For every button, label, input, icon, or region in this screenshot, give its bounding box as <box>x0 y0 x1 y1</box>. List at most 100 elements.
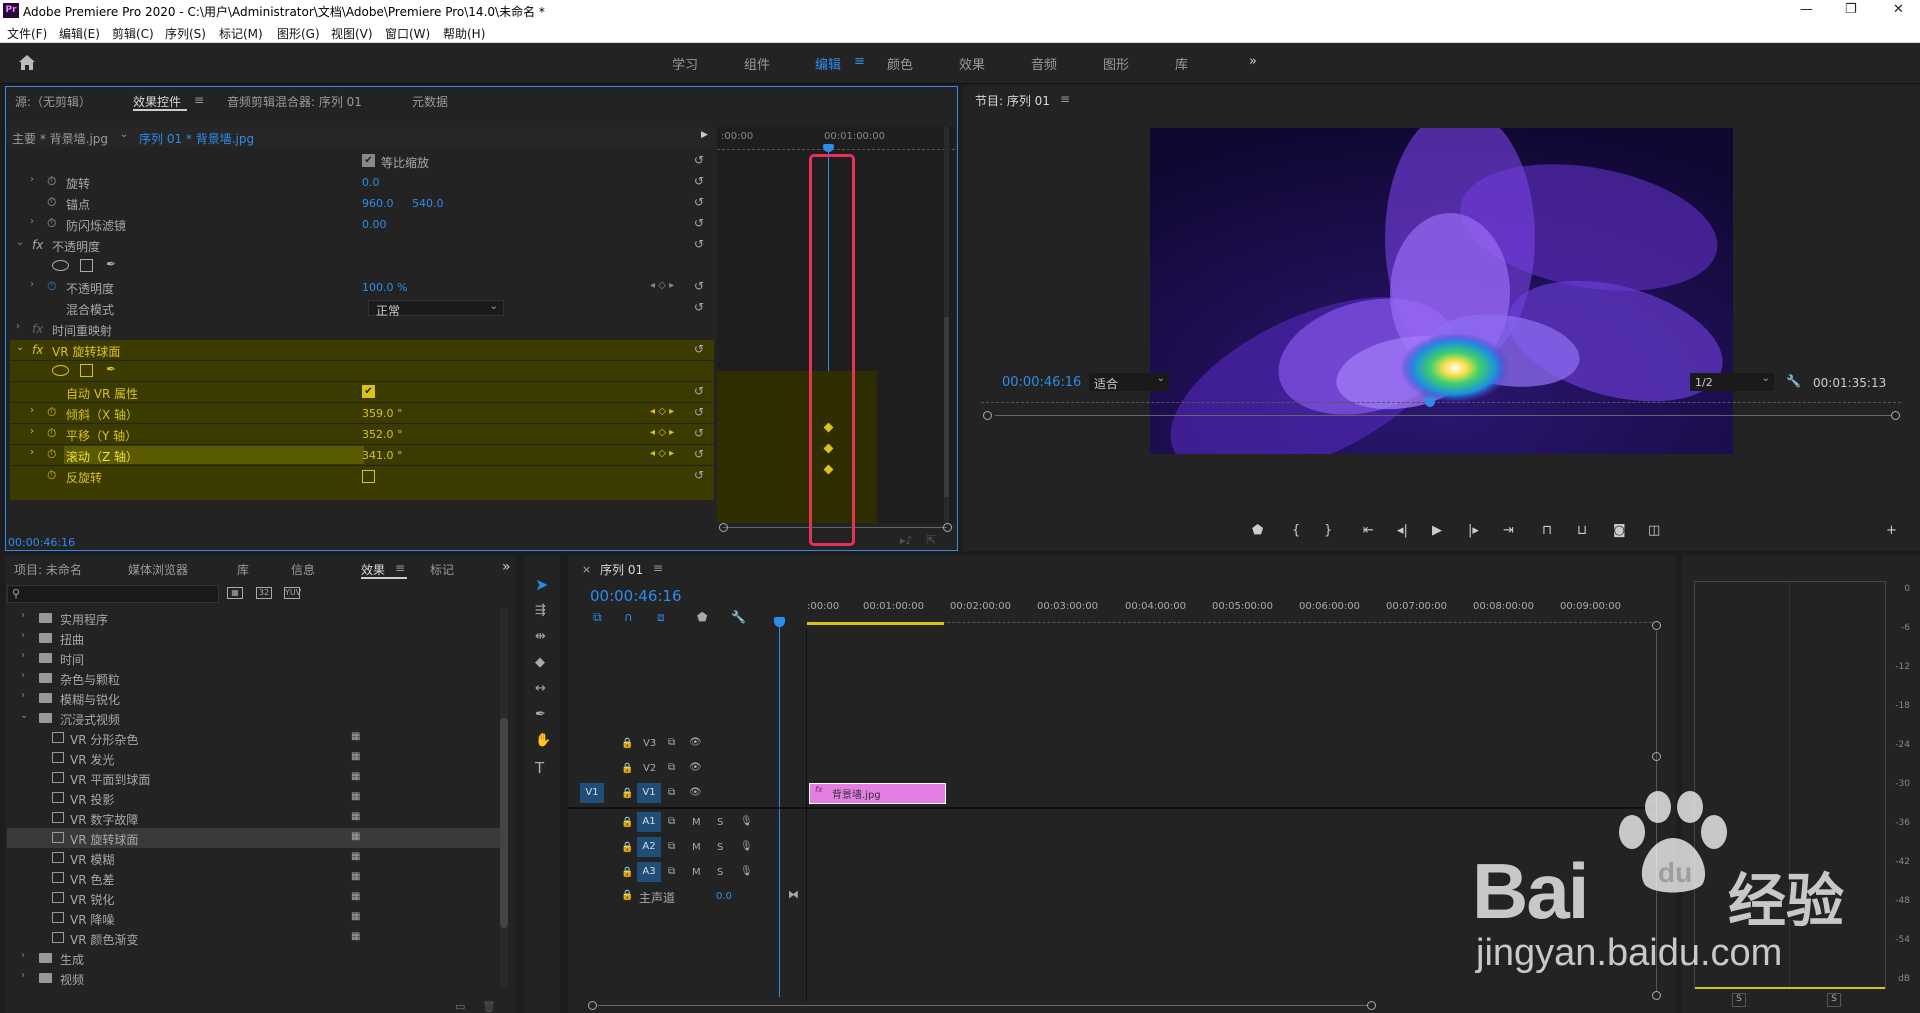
tree-folder[interactable]: › 视频 <box>5 968 500 988</box>
ec-playhead-handle[interactable] <box>823 144 834 152</box>
lift-icon[interactable]: ⊓ <box>1542 523 1552 538</box>
filter-icon[interactable]: ▸♪ <box>900 534 913 547</box>
reset-icon[interactable]: ↺ <box>694 195 704 209</box>
lock-icon[interactable]: 🔒 <box>621 817 633 828</box>
fit-dropdown[interactable]: 适合 ⌄ <box>1089 373 1169 391</box>
sequence-clip-label[interactable]: 序列 01 * 背景墙.jpg <box>139 130 254 147</box>
workspace-color[interactable]: 颜色 <box>887 54 913 73</box>
program-timecode[interactable]: 00:00:46:16 <box>1002 375 1081 390</box>
wrench-icon[interactable]: 🔧 <box>731 610 746 624</box>
workspace-more-button[interactable]: » <box>1249 54 1257 69</box>
track-target-a3[interactable]: A3 <box>637 862 661 882</box>
tab-menu-icon[interactable]: ≡ <box>653 561 663 575</box>
close-icon[interactable]: × <box>582 563 591 576</box>
eye-icon[interactable]: 👁 <box>689 787 702 798</box>
track-target-v1[interactable]: V1 <box>637 783 661 803</box>
tab-library-2[interactable]: 标记 <box>430 561 454 578</box>
stopwatch-icon[interactable]: ⏱ <box>47 279 56 294</box>
tree-folder[interactable]: › 生成 <box>5 948 500 968</box>
32bit-effects-icon[interactable]: 32 <box>256 587 272 599</box>
tree-folder[interactable]: › 时间 <box>5 648 500 668</box>
type-tool-icon[interactable]: T <box>535 759 544 777</box>
yuv-effects-icon[interactable]: YUV <box>284 587 301 599</box>
menu-window[interactable]: 窗口(W) <box>385 25 430 42</box>
menu-marker[interactable]: 标记(M) <box>219 25 263 42</box>
pen-tool-icon[interactable]: ✒ <box>535 707 546 722</box>
program-playhead[interactable] <box>1425 397 1435 407</box>
microphone-icon[interactable]: 🎙 <box>740 866 753 877</box>
chevron-down-icon[interactable]: ⌄ <box>20 710 28 721</box>
mute-button[interactable]: M <box>692 842 701 853</box>
timeline-timecode[interactable]: 00:00:46:16 <box>590 587 682 605</box>
tab-source[interactable]: 源:（无剪辑） <box>15 93 91 110</box>
effect-item[interactable]: VR 分形杂色 ▦ <box>5 728 500 748</box>
sync-lock-icon[interactable]: ⧉ <box>668 816 675 827</box>
reset-icon[interactable]: ↺ <box>694 468 704 482</box>
solo-left-button[interactable]: S <box>1732 993 1746 1007</box>
stopwatch-icon[interactable]: ⏱ <box>47 216 56 231</box>
menu-sequence[interactable]: 序列(S) <box>165 25 206 42</box>
fx-icon[interactable]: fx <box>32 238 43 252</box>
mute-button[interactable]: M <box>692 867 701 878</box>
chevron-right-icon[interactable]: › <box>30 405 34 416</box>
ec-timeline[interactable]: :00:00 00:01:00:00 <box>717 127 955 546</box>
ripple-edit-tool-icon[interactable]: ⇹ <box>535 629 546 644</box>
keyframe-nav-icon[interactable]: ◂ ◇ ▸ <box>650 406 674 417</box>
rectangle-mask-icon[interactable] <box>80 364 93 377</box>
tab-sequence[interactable]: 序列 01 <box>600 561 643 578</box>
lock-icon[interactable]: 🔒 <box>621 842 633 853</box>
export-icon[interactable]: ⇱ <box>926 533 936 547</box>
tree-folder-open[interactable]: ⌄ 沉浸式视频 <box>5 708 500 728</box>
mark-in-icon[interactable]: { <box>1292 523 1300 538</box>
effect-item[interactable]: VR 颜色渐变 ▦ <box>5 928 500 948</box>
tree-folder[interactable]: › 模糊与锐化 <box>5 688 500 708</box>
chevron-right-icon[interactable]: › <box>30 174 34 185</box>
tab-effect-controls[interactable]: 效果控件 <box>133 93 181 110</box>
add-button-icon[interactable]: + <box>1886 523 1897 538</box>
anchor-x-value[interactable]: 960.0 <box>362 197 394 210</box>
go-to-edit-icon[interactable]: ⧓ <box>788 888 799 901</box>
effect-item[interactable]: VR 降噪 ▦ <box>5 908 500 928</box>
stopwatch-icon[interactable]: ⏱ <box>47 195 56 210</box>
go-to-in-icon[interactable]: ⇤ <box>1363 523 1374 538</box>
lock-icon[interactable]: 🔒 <box>621 867 633 878</box>
add-marker-icon[interactable]: ⬟ <box>697 610 707 624</box>
lock-icon[interactable]: 🔒 <box>621 890 633 901</box>
sync-lock-icon[interactable]: ⧉ <box>668 737 675 748</box>
microphone-icon[interactable]: 🎙 <box>740 816 753 827</box>
slip-tool-icon[interactable]: ↔ <box>535 681 546 696</box>
flicker-value[interactable]: 0.00 <box>362 218 387 231</box>
razor-tool-icon[interactable]: ◆ <box>535 655 545 670</box>
tab-audio-mixer[interactable]: 音频剪辑混合器: 序列 01 <box>227 93 362 110</box>
stopwatch-icon[interactable]: ⏱ <box>47 426 56 441</box>
chevron-down-icon[interactable]: ⌄ <box>16 237 24 248</box>
reset-icon[interactable]: ↺ <box>694 237 704 251</box>
zoom-handle-right[interactable] <box>943 523 952 532</box>
close-button[interactable]: ✕ <box>1893 2 1904 17</box>
opacity-value[interactable]: 100.0 % <box>362 281 407 294</box>
ec-timecode[interactable]: 00:00:46:16 <box>8 536 75 549</box>
uniform-scale-checkbox[interactable]: ✔ <box>362 154 375 167</box>
hand-tool-icon[interactable]: ✋ <box>535 733 551 748</box>
chevron-right-icon[interactable]: › <box>21 950 25 961</box>
camera-icon[interactable]: ◙ <box>1613 523 1626 538</box>
workspace-learn[interactable]: 学习 <box>672 54 698 73</box>
stopwatch-icon[interactable]: ⏱ <box>47 468 56 483</box>
program-title[interactable]: 节目: 序列 01 <box>975 92 1050 109</box>
comparison-view-icon[interactable]: ◫ <box>1648 523 1660 538</box>
accelerated-effects-icon[interactable]: ▦ <box>227 587 243 599</box>
effect-item[interactable]: VR 数字故障 ▦ <box>5 808 500 828</box>
mute-button[interactable]: M <box>692 817 701 828</box>
master-volume[interactable]: 0.0 <box>716 891 732 902</box>
tab-menu-icon[interactable]: ≡ <box>194 93 204 107</box>
chevron-down-icon[interactable]: ⌄ <box>120 129 128 140</box>
solo-button[interactable]: S <box>717 867 723 878</box>
program-scrubber[interactable] <box>981 397 1901 420</box>
mark-out-icon[interactable]: } <box>1324 523 1332 538</box>
step-back-icon[interactable]: ◂| <box>1397 523 1408 538</box>
effect-item[interactable]: VR 色差 ▦ <box>5 868 500 888</box>
chevron-right-icon[interactable]: › <box>21 630 25 641</box>
pen-mask-icon[interactable]: ✒ <box>106 362 116 376</box>
reset-icon[interactable]: ↺ <box>694 216 704 230</box>
selection-tool-icon[interactable]: ➤ <box>535 575 548 594</box>
